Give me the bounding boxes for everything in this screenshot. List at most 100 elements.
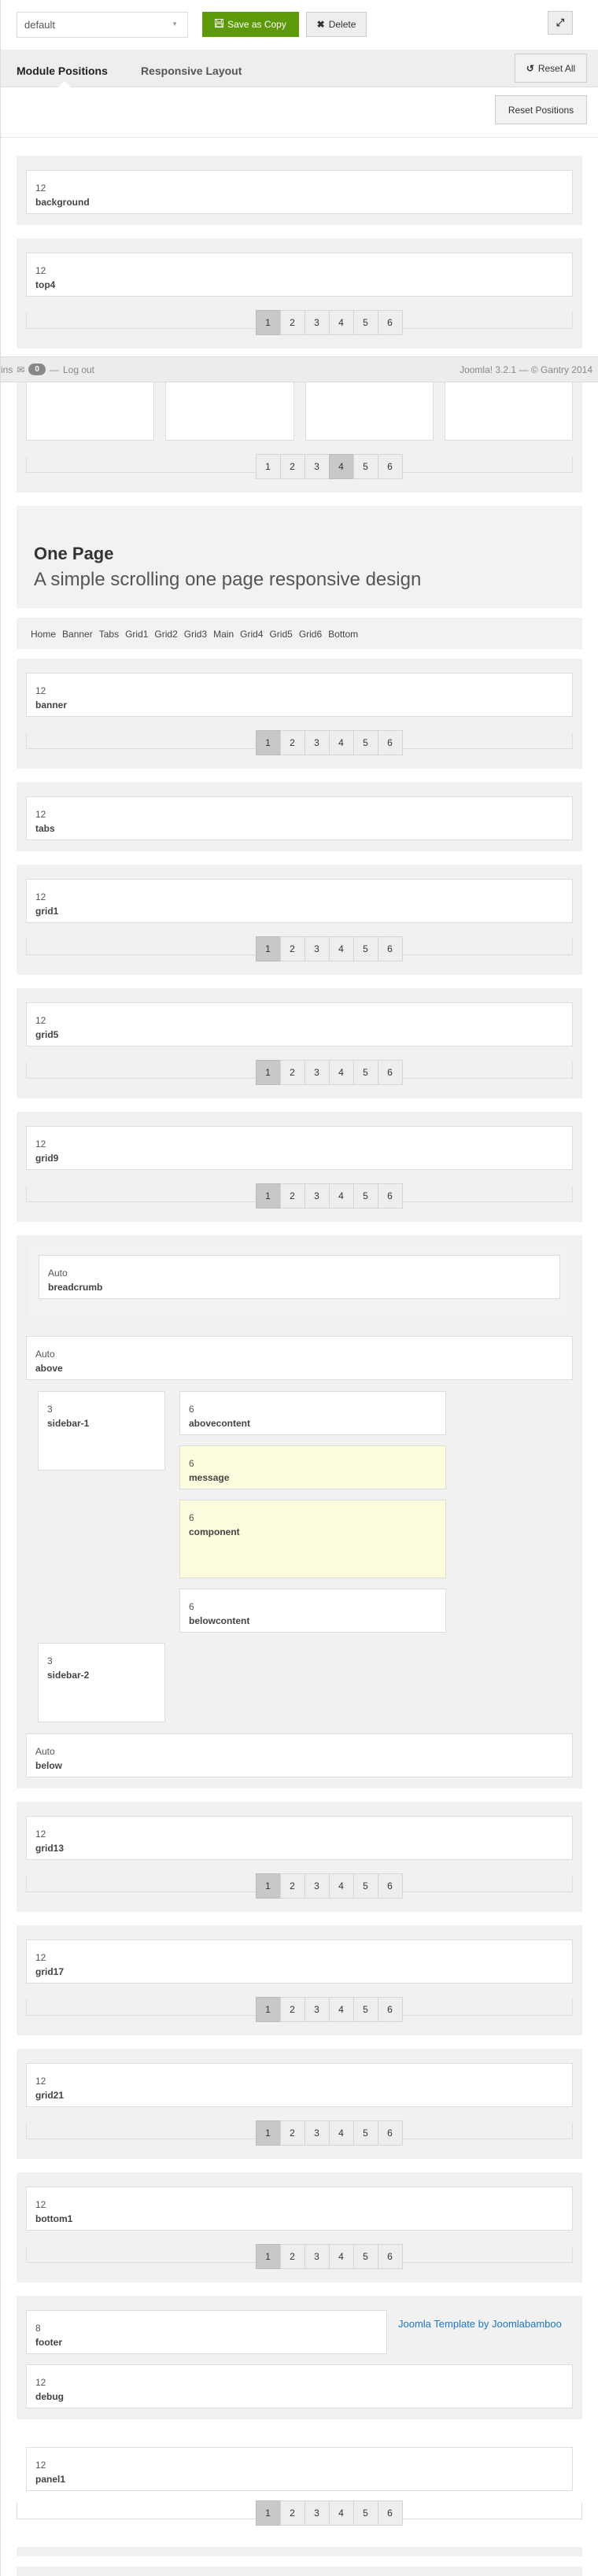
menu-item-tabs[interactable]: Tabs	[99, 629, 119, 640]
column-count-option[interactable]: 2	[279, 936, 305, 961]
column-count-option[interactable]: 4	[328, 730, 354, 755]
menu-item-main[interactable]: Main	[213, 629, 234, 640]
position-block[interactable]: 12 grid17	[26, 1939, 573, 1984]
position-block[interactable]: 6 component	[179, 1500, 446, 1578]
menu-item-grid4[interactable]: Grid4	[240, 629, 263, 640]
column-count-option[interactable]: 1	[255, 454, 281, 479]
menu-item-banner[interactable]: Banner	[62, 629, 93, 640]
position-block[interactable]: 8 footer	[26, 2310, 387, 2354]
menu-item-bottom[interactable]: Bottom	[328, 629, 358, 640]
column-count-option[interactable]: 1	[255, 1873, 281, 1899]
menu-item-grid3[interactable]: Grid3	[184, 629, 207, 640]
column-count-option[interactable]: 2	[279, 2244, 305, 2269]
reset-all-button[interactable]: ↺ Reset All	[515, 54, 587, 83]
column-count-option[interactable]: 4	[328, 1997, 354, 2022]
column-count-option[interactable]: 5	[353, 2244, 378, 2269]
column-count-option[interactable]: 6	[377, 1060, 403, 1085]
menu-item-grid5[interactable]: Grid5	[269, 629, 292, 640]
position-block[interactable]: 12 banner	[26, 673, 573, 717]
column-count-option[interactable]: 3	[304, 2500, 330, 2526]
column-count-option[interactable]: 5	[353, 1873, 378, 1899]
menu-item-grid2[interactable]: Grid2	[154, 629, 177, 640]
column-count-option[interactable]: 3	[304, 2244, 330, 2269]
column-count-option[interactable]: 3	[304, 1060, 330, 1085]
position-block[interactable]: 12 grid1	[26, 879, 573, 923]
position-block[interactable]: Auto above	[26, 1336, 573, 1380]
column-count-option[interactable]: 1	[255, 2120, 281, 2146]
column-count-option[interactable]: 2	[279, 1873, 305, 1899]
column-count-option[interactable]: 5	[353, 2120, 378, 2146]
joomlabamboo-link[interactable]: Joomla Template by Joomlabamboo	[398, 2316, 562, 2332]
column-count-option[interactable]: 1	[255, 310, 281, 335]
column-count-option[interactable]: 1	[255, 936, 281, 961]
position-block[interactable]: 12 debug	[26, 2364, 573, 2408]
column-count-option[interactable]: 2	[279, 1997, 305, 2022]
position-block[interactable]: 6 abovecontent	[179, 1391, 446, 1435]
messages-count-badge[interactable]: 0	[28, 364, 46, 375]
column-count-option[interactable]: 2	[279, 730, 305, 755]
column-count-option[interactable]: 3	[304, 1873, 330, 1899]
column-count-option[interactable]: 4	[328, 2500, 354, 2526]
column-count-option[interactable]: 2	[279, 310, 305, 335]
position-block[interactable]: 12 tabs	[26, 796, 573, 840]
position-block[interactable]: 6 belowcontent	[179, 1589, 446, 1633]
position-block[interactable]: 6 message	[179, 1445, 446, 1489]
column-count-option[interactable]: 4	[328, 1873, 354, 1899]
menu-item-grid1[interactable]: Grid1	[125, 629, 148, 640]
column-count-option[interactable]: 5	[353, 1060, 378, 1085]
column-count-option[interactable]: 2	[279, 1060, 305, 1085]
position-block[interactable]: Auto below	[26, 1733, 573, 1777]
column-count-option[interactable]: 5	[353, 936, 378, 961]
menu-item-home[interactable]: Home	[31, 629, 56, 640]
column-count-option[interactable]: 2	[279, 2120, 305, 2146]
logout-link[interactable]: Log out	[63, 364, 94, 375]
expand-button[interactable]: ⤢	[548, 11, 573, 35]
position-block[interactable]: 12 grid21	[26, 2063, 573, 2107]
column-count-option[interactable]: 3	[304, 730, 330, 755]
column-count-option[interactable]: 6	[377, 310, 403, 335]
column-count-option[interactable]: 6	[377, 2500, 403, 2526]
column-count-option[interactable]: 1	[255, 1997, 281, 2022]
position-block[interactable]	[444, 376, 573, 441]
column-count-option[interactable]: 6	[377, 1183, 403, 1209]
position-block[interactable]: 12 background	[26, 170, 573, 214]
column-count-option[interactable]: 6	[377, 454, 403, 479]
delete-button[interactable]: ✖ Delete	[306, 12, 367, 37]
column-count-option[interactable]: 4	[328, 936, 354, 961]
position-block[interactable]: 3 sidebar-1	[38, 1391, 165, 1471]
column-count-option[interactable]: 3	[304, 1183, 330, 1209]
position-block[interactable]: Auto breadcrumb	[39, 1255, 560, 1299]
position-block[interactable]	[165, 376, 294, 441]
position-block[interactable]	[305, 376, 434, 441]
column-count-option[interactable]: 3	[304, 936, 330, 961]
column-count-option[interactable]: 3	[304, 310, 330, 335]
column-count-option[interactable]: 4	[328, 454, 354, 479]
reset-positions-button[interactable]: Reset Positions	[495, 95, 587, 124]
column-count-option[interactable]: 1	[255, 1060, 281, 1085]
column-count-option[interactable]: 6	[377, 1873, 403, 1899]
column-count-option[interactable]: 6	[377, 1997, 403, 2022]
column-count-option[interactable]: 5	[353, 730, 378, 755]
column-count-option[interactable]: 2	[279, 454, 305, 479]
column-count-option[interactable]: 1	[255, 2500, 281, 2526]
column-count-option[interactable]: 5	[353, 310, 378, 335]
layout-select[interactable]: default ▼	[17, 12, 188, 38]
position-block[interactable]: 12 grid5	[26, 1002, 573, 1046]
position-block[interactable]: 3 sidebar-2	[38, 1643, 165, 1722]
column-count-option[interactable]: 3	[304, 2120, 330, 2146]
column-count-option[interactable]: 2	[279, 2500, 305, 2526]
column-count-option[interactable]: 6	[377, 2120, 403, 2146]
column-count-option[interactable]: 5	[353, 454, 378, 479]
column-count-option[interactable]: 3	[304, 454, 330, 479]
column-count-option[interactable]: 6	[377, 730, 403, 755]
tab-module-positions[interactable]: Module Positions	[17, 65, 108, 77]
position-block[interactable]: 12 grid13	[26, 1816, 573, 1860]
column-count-option[interactable]: 6	[377, 2244, 403, 2269]
column-count-option[interactable]: 4	[328, 1183, 354, 1209]
position-block[interactable]: 12 grid9	[26, 1126, 573, 1170]
column-count-option[interactable]: 4	[328, 1060, 354, 1085]
position-block[interactable]	[26, 376, 155, 441]
column-count-option[interactable]: 1	[255, 2244, 281, 2269]
column-count-option[interactable]: 2	[279, 1183, 305, 1209]
column-count-option[interactable]: 4	[328, 2120, 354, 2146]
